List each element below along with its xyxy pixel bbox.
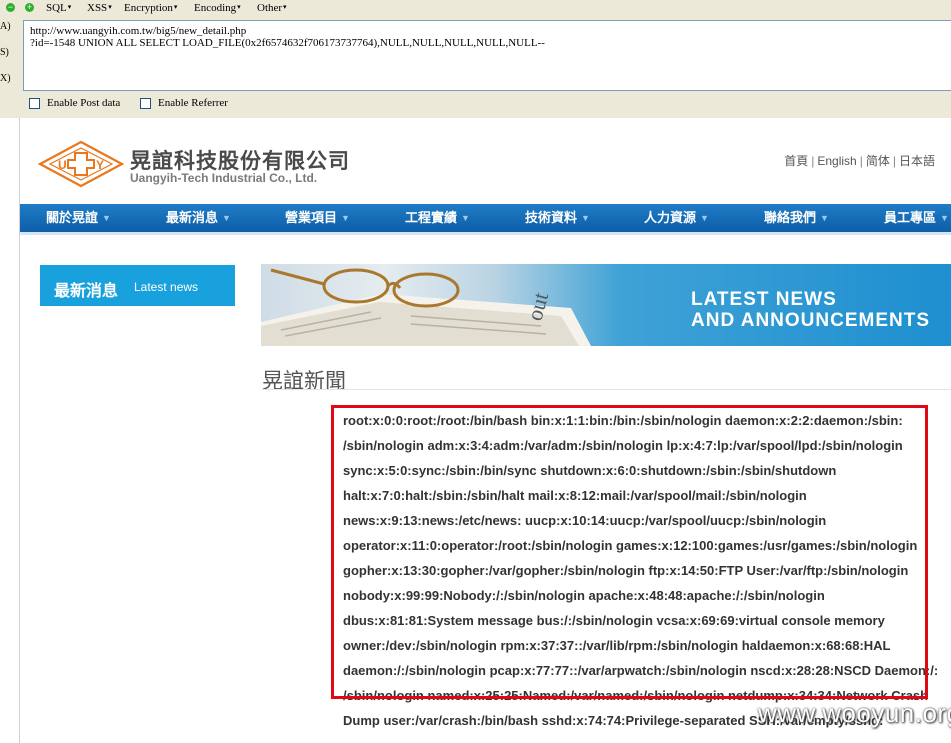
hackbar-options: Enable Post data Enable Referrer	[0, 95, 951, 113]
main-nav: 關於晃誼 ▼ 最新消息 ▼ 營業項目 ▼ 工程實績 ▼ 技術資料 ▼ 人力資源 ▼ 聯絡我們…	[20, 204, 951, 232]
nav-projects[interactable]: 工程實績 ▼	[405, 204, 470, 232]
chevron-down-icon: ▼	[700, 213, 709, 223]
enable-referrer-label: Enable Referrer	[158, 97, 228, 109]
chevron-down-icon: ▼	[581, 213, 590, 223]
nav-hr[interactable]: 人力資源 ▼	[644, 204, 709, 232]
menu-sql[interactable]: SQL▾	[46, 0, 71, 15]
nav-technical[interactable]: 技術資料 ▼	[525, 204, 590, 232]
nav-underline	[20, 232, 951, 235]
enable-referrer-checkbox[interactable]	[140, 98, 151, 109]
passwd-line: operator:x:11:0:operator:/root:/sbin/nol…	[343, 538, 918, 553]
sidebar-title-en: Latest news	[134, 280, 199, 294]
newspaper-glasses-image: out	[261, 268, 591, 346]
title-divider	[262, 389, 951, 390]
passwd-line: daemon:/:/sbin/nologin pcap:x:77:77::/va…	[343, 663, 939, 678]
banner-line-1: LATEST NEWS	[691, 289, 837, 310]
split-url-button[interactable]: S)	[0, 46, 14, 72]
hackbar-side-buttons: A) S) X)	[0, 20, 14, 98]
chevron-down-icon: ▼	[461, 213, 470, 223]
chevron-down-icon: ▼	[341, 213, 350, 223]
menu-xss[interactable]: XSS▾	[87, 0, 112, 15]
lang-simplified-link[interactable]: 简体	[866, 154, 890, 168]
company-logo-mark[interactable]: U Y	[37, 139, 125, 194]
passwd-line: dbus:x:81:81:System message bus:/:/sbin/…	[343, 613, 885, 628]
lang-japanese-link[interactable]: 日本語	[899, 154, 935, 168]
nav-business[interactable]: 營業項目 ▼	[285, 204, 350, 232]
nav-staff[interactable]: 員工專區 ▼	[884, 204, 949, 232]
language-links: 首頁 | English | 简体 | 日本語	[784, 154, 935, 168]
sidebar-title-zh: 最新消息	[54, 283, 119, 300]
minus-icon[interactable]: −	[6, 3, 15, 12]
nav-contact[interactable]: 聯絡我們 ▼	[764, 204, 829, 232]
logo-letter-u: U	[58, 158, 67, 172]
passwd-line: halt:x:7:0:halt:/sbin:/sbin/halt mail:x:…	[343, 488, 807, 503]
hackbar-toolbar: − + SQL▾ XSS▾ Encryption▾ Encoding▾ Othe…	[0, 0, 951, 118]
menu-encryption[interactable]: Encryption▾	[124, 0, 177, 15]
passwd-line: owner:/dev:/sbin/nologin rpm:x:37:37::/v…	[343, 638, 891, 653]
sidebar-heading: 最新消息 Latest news	[40, 265, 235, 306]
url-text: http://www.uangyih.com.tw/big5/new_detai…	[30, 25, 545, 49]
enable-post-checkbox[interactable]	[29, 98, 40, 109]
news-banner: out LATEST NEWS AND ANNOUNCEMENTS	[261, 264, 951, 346]
passwd-line: news:x:9:13:news:/etc/news: uucp:x:10:14…	[343, 513, 827, 528]
nav-about[interactable]: 關於晃誼 ▼	[46, 204, 111, 232]
page-title: 晃誼新聞	[262, 370, 346, 393]
lang-home-link[interactable]: 首頁	[784, 154, 808, 168]
banner-line-2: AND ANNOUNCEMENTS	[691, 310, 931, 331]
lang-english-link[interactable]: English	[817, 154, 856, 168]
browser-left-gutter	[0, 118, 20, 743]
nav-news[interactable]: 最新消息 ▼	[166, 204, 231, 232]
company-name-en: Uangyih-Tech Industrial Co., Ltd.	[130, 171, 318, 185]
hackbar-menu: − + SQL▾ XSS▾ Encryption▾ Encoding▾ Othe…	[0, 0, 951, 15]
passwd-line: sync:x:5:0:sync:/sbin:/bin/sync shutdown…	[343, 463, 837, 478]
plus-icon[interactable]: +	[25, 3, 34, 12]
passwd-line: gopher:x:13:30:gopher:/var/gopher:/sbin/…	[343, 563, 909, 578]
chevron-down-icon: ▼	[820, 213, 829, 223]
load-url-button[interactable]: A)	[0, 20, 14, 46]
chevron-down-icon: ▼	[940, 213, 949, 223]
url-textarea[interactable]: http://www.uangyih.com.tw/big5/new_detai…	[23, 20, 951, 91]
passwd-line: root:x:0:0:root:/root:/bin/bash bin:x:1:…	[343, 413, 903, 428]
menu-encoding[interactable]: Encoding▾	[194, 0, 241, 15]
chevron-down-icon: ▼	[222, 213, 231, 223]
menu-other[interactable]: Other▾	[257, 0, 287, 15]
passwd-line: /sbin/nologin adm:x:3:4:adm:/var/adm:/sb…	[343, 438, 903, 453]
wooyun-watermark: www.wooyun.org	[758, 698, 951, 728]
article-content: root:x:0:0:root:/root:/bin/bash bin:x:1:…	[343, 408, 943, 733]
enable-post-label: Enable Post data	[47, 97, 121, 109]
passwd-line: nobody:x:99:99:Nobody:/:/sbin/nologin ap…	[343, 588, 825, 603]
logo-letter-y: Y	[96, 158, 104, 172]
chevron-down-icon: ▼	[102, 213, 111, 223]
